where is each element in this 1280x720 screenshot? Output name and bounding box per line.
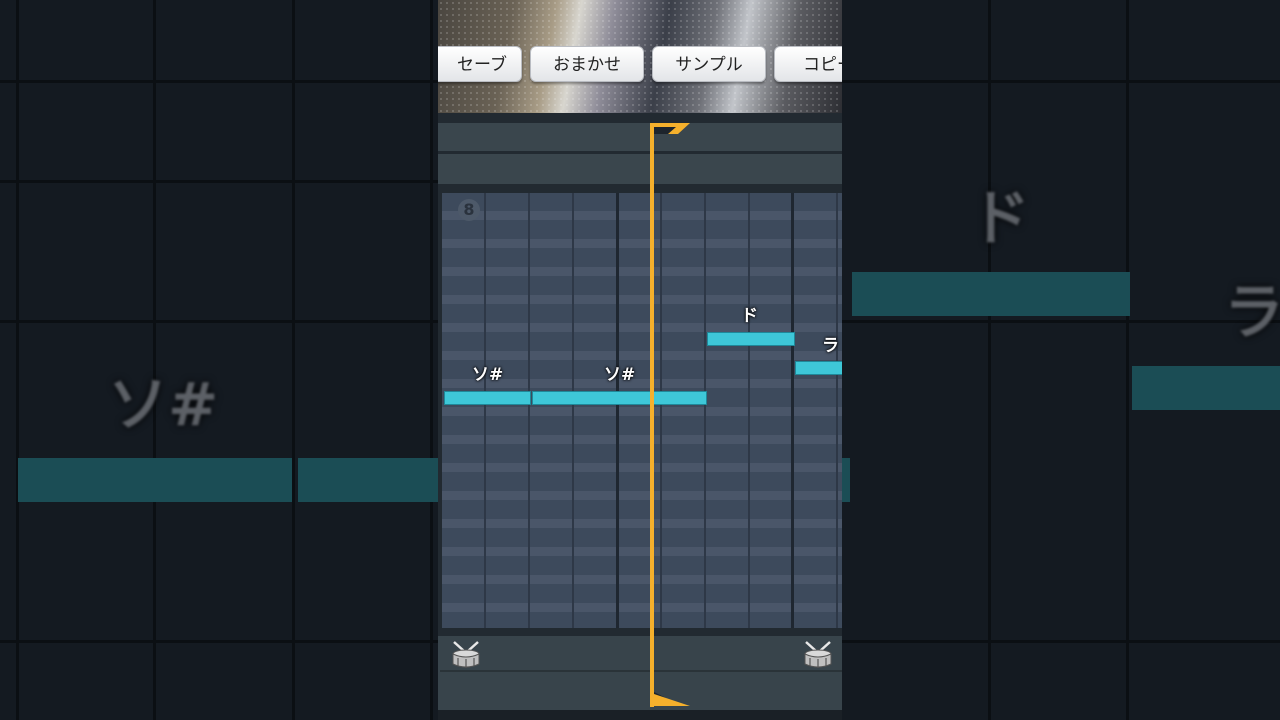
measure-number: 8 — [458, 199, 480, 221]
left-background-mirror: ソ# — [0, 0, 438, 720]
divider — [438, 628, 842, 636]
mirror-grid-line — [988, 0, 991, 720]
mirror-grid-line — [842, 640, 1280, 643]
chord-track[interactable] — [438, 154, 842, 184]
right-background-mirror: ド ラ — [842, 0, 1280, 720]
app-screen: セーブ おまかせ サンプル コピー 8 ソ# — [438, 0, 842, 720]
playhead[interactable] — [650, 123, 654, 707]
drum-track[interactable] — [438, 636, 842, 710]
mirror-grid-line — [0, 320, 438, 323]
divider — [438, 113, 842, 123]
mirror-grid-line — [292, 0, 295, 720]
note-block[interactable] — [532, 391, 707, 405]
playhead-top-flag-icon[interactable] — [650, 121, 692, 135]
mirror-grid-line — [0, 640, 438, 643]
note-label: ソ# — [472, 365, 504, 385]
piano-roll-grid[interactable] — [442, 193, 842, 628]
timeline-ruler[interactable] — [438, 123, 842, 151]
auto-compose-button[interactable]: おまかせ — [530, 46, 644, 82]
divider — [438, 184, 842, 193]
mirror-note — [842, 458, 850, 502]
sample-button[interactable]: サンプル — [652, 46, 766, 82]
save-button[interactable]: セーブ — [438, 46, 522, 82]
mirror-grid-line — [1126, 0, 1129, 720]
copy-button[interactable]: コピー — [774, 46, 842, 82]
header-banner: セーブ おまかせ サンプル コピー — [438, 0, 842, 113]
mirror-grid-line — [842, 320, 1280, 323]
mirror-note — [18, 458, 292, 502]
mirror-grid-line — [0, 80, 438, 83]
mirror-grid-line — [842, 80, 1280, 83]
note-label: ラ — [822, 336, 839, 356]
mirror-note-label: ド — [970, 184, 1030, 254]
snare-drum-icon[interactable] — [802, 640, 834, 672]
mirror-note — [298, 458, 438, 502]
bottom-bar — [438, 710, 842, 720]
mirror-grid-line — [0, 180, 438, 183]
mirror-note — [1132, 366, 1280, 410]
mirror-note-label: ソ# — [108, 370, 219, 440]
playhead-bottom-flag-icon[interactable] — [650, 692, 692, 708]
mirror-note-label: ラ — [1224, 278, 1280, 348]
note-block[interactable] — [707, 332, 795, 346]
note-block[interactable] — [795, 361, 842, 375]
note-label: ソ# — [604, 365, 636, 385]
mirror-grid-line — [430, 0, 433, 720]
note-label: ド — [741, 306, 758, 326]
mirror-note — [852, 272, 1130, 316]
mirror-grid-line — [16, 0, 19, 720]
note-block[interactable] — [444, 391, 531, 405]
snare-drum-icon[interactable] — [450, 640, 482, 672]
grid-left-edge — [438, 193, 442, 628]
